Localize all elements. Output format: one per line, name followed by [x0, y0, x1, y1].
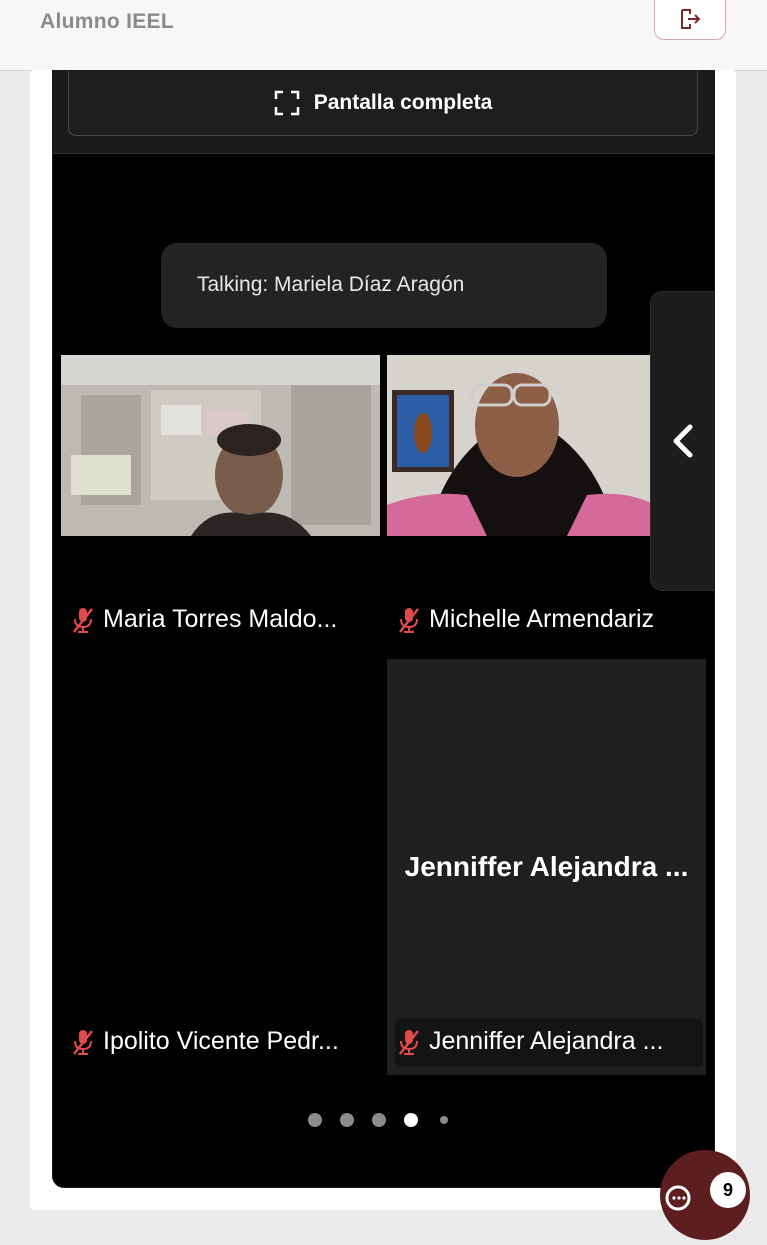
participant-label-3: Ipolito Vicente Pedr...	[71, 1027, 339, 1056]
page-indicator	[308, 1113, 448, 1127]
mic-muted-icon	[399, 607, 419, 633]
participant-video-1[interactable]	[61, 355, 380, 536]
participant-label-2: Michelle Armendariz	[397, 605, 654, 634]
participant-name-1: Maria Torres Maldo...	[103, 605, 338, 633]
fullscreen-label: Pantalla completa	[313, 91, 493, 114]
mic-muted-icon	[399, 1029, 419, 1055]
participant-name-3: Ipolito Vicente Pedr...	[103, 1027, 339, 1055]
page-dot-5[interactable]	[440, 1116, 448, 1124]
participant-avatar-name-4: Jenniffer Alejandra ...	[404, 851, 689, 882]
talking-indicator: Talking: Mariela Díaz Aragón	[161, 243, 607, 328]
participant-label-1: Maria Torres Maldo...	[71, 605, 337, 634]
fullscreen-icon	[274, 90, 299, 116]
app-header: Alumno IEEL	[0, 0, 767, 71]
page-dot-1[interactable]	[308, 1113, 322, 1127]
mic-muted-icon	[73, 1029, 93, 1055]
page-dot-4[interactable]	[404, 1113, 418, 1127]
participant-name-2: Michelle Armendariz	[429, 605, 655, 633]
logout-button[interactable]	[654, 0, 726, 40]
chat-badge: 9	[710, 1172, 746, 1208]
fullscreen-button[interactable]: Pantalla completa	[68, 71, 698, 136]
participant-label-4: Jenniffer Alejandra ...	[397, 1027, 663, 1056]
video-frame-2	[387, 355, 655, 536]
video-frame-1	[61, 355, 380, 536]
meeting-player: Pantalla completa Talking: Mariela Díaz …	[52, 70, 715, 1188]
page-dot-3[interactable]	[372, 1113, 386, 1127]
mic-muted-icon	[73, 607, 93, 633]
chevron-left-icon	[673, 424, 693, 458]
participant-name-4: Jenniffer Alejandra ...	[429, 1027, 664, 1055]
participant-video-2[interactable]	[387, 355, 655, 536]
page-dot-2[interactable]	[340, 1113, 354, 1127]
logout-icon	[681, 9, 701, 29]
participants-panel-toggle[interactable]	[650, 291, 714, 591]
fullscreen-bar: Pantalla completa	[53, 71, 714, 154]
participant-video-3[interactable]	[61, 659, 380, 1075]
user-role-label: Alumno IEEL	[40, 10, 174, 33]
